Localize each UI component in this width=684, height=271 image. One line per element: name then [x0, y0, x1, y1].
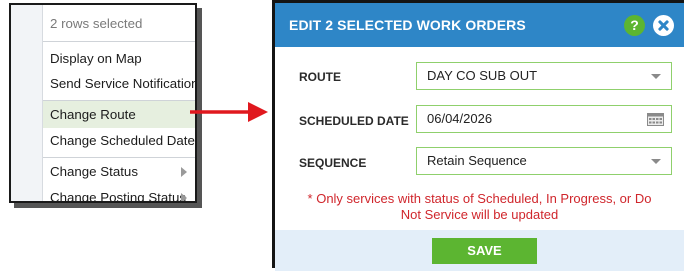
- sequence-value: Retain Sequence: [427, 153, 527, 168]
- edit-work-orders-dialog: EDIT 2 SELECTED WORK ORDERS ? ROUTE DAY …: [272, 0, 684, 271]
- caret-right-icon: [181, 167, 187, 177]
- close-icon[interactable]: [653, 15, 674, 36]
- menu-item-send-service-notification[interactable]: Send Service Notification: [43, 70, 195, 97]
- menu-item-display-on-map[interactable]: Display on Map: [43, 45, 195, 72]
- sequence-select[interactable]: Retain Sequence: [416, 147, 672, 175]
- calendar-icon[interactable]: [647, 113, 664, 126]
- chevron-down-icon: [651, 159, 661, 164]
- menu-item-change-status[interactable]: Change Status: [43, 158, 195, 185]
- menu-separator: [43, 41, 195, 42]
- help-icon[interactable]: ?: [624, 15, 645, 36]
- route-value: DAY CO SUB OUT: [427, 68, 538, 83]
- route-select[interactable]: DAY CO SUB OUT: [416, 62, 672, 90]
- chevron-down-icon: [651, 74, 661, 79]
- dialog-footer: SAVE: [275, 230, 684, 271]
- menu-item-change-route[interactable]: Change Route: [43, 101, 195, 128]
- scheduled-date-input[interactable]: 06/04/2026: [416, 105, 672, 133]
- scheduled-date-label: SCHEDULED DATE: [299, 114, 409, 128]
- status-note-line: Not Service will be updated: [400, 207, 559, 222]
- dialog-header: EDIT 2 SELECTED WORK ORDERS ?: [275, 3, 684, 47]
- menu-item-change-scheduled-date[interactable]: Change Scheduled Date: [43, 127, 195, 154]
- route-label: ROUTE: [299, 70, 341, 84]
- status-note-line: * Only services with status of Scheduled…: [307, 191, 652, 206]
- menu-item-label: Change Posting Status: [50, 190, 187, 203]
- caret-right-icon: [181, 193, 187, 201]
- red-arrow-icon: [190, 102, 268, 122]
- context-menu-header: 2 rows selected: [50, 16, 143, 31]
- sequence-label: SEQUENCE: [299, 156, 367, 170]
- status-note: * Only services with status of Scheduled…: [289, 191, 670, 223]
- menu-item-label: Change Status: [50, 164, 138, 179]
- dialog-title: EDIT 2 SELECTED WORK ORDERS: [289, 17, 526, 33]
- context-menu-gutter: [11, 5, 43, 201]
- scheduled-date-value: 06/04/2026: [427, 111, 493, 126]
- save-button[interactable]: SAVE: [432, 238, 537, 264]
- menu-item-change-posting-status[interactable]: Change Posting Status: [43, 184, 195, 203]
- context-menu: 2 rows selected Display on Map Send Serv…: [9, 3, 197, 203]
